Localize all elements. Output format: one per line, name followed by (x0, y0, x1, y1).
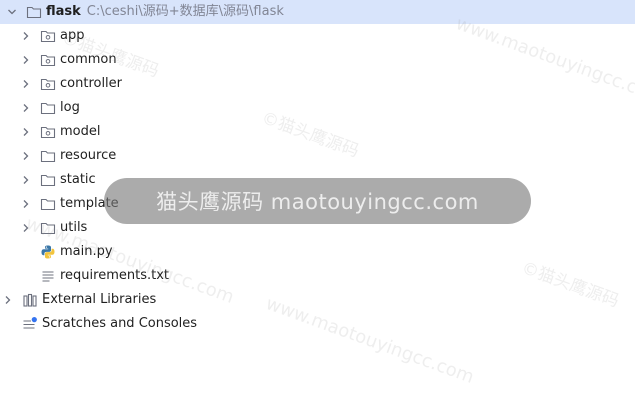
tree-row-app[interactable]: app (0, 24, 635, 48)
project-name: flask (46, 4, 81, 19)
tree-row-external-libraries[interactable]: External Libraries (0, 288, 635, 312)
chevron-right-icon[interactable] (20, 150, 32, 162)
package-folder-icon (40, 52, 56, 68)
folder-icon (40, 100, 56, 116)
tree-item-label: main.py (60, 244, 113, 259)
package-folder-icon (40, 124, 56, 140)
folder-icon (40, 220, 56, 236)
package-folder-icon (40, 76, 56, 92)
chevron-right-icon[interactable] (20, 126, 32, 138)
tree-item-label: model (60, 124, 101, 139)
tree-item-label: app (60, 28, 85, 43)
chevron-right-icon[interactable] (20, 102, 32, 114)
chevron-right-icon[interactable] (2, 294, 14, 306)
tree-item-label: common (60, 52, 117, 67)
library-icon (22, 292, 38, 308)
tree-item-label: controller (60, 76, 123, 91)
tree-row-common[interactable]: common (0, 48, 635, 72)
chevron-right-icon[interactable] (20, 222, 32, 234)
tree-item-label: static (60, 172, 96, 187)
tree-item-label: Scratches and Consoles (42, 316, 198, 331)
chevron-right-icon[interactable] (20, 198, 32, 210)
tree-row-main-py[interactable]: main.py (0, 240, 635, 264)
python-file-icon (40, 244, 56, 260)
tree-row-controller[interactable]: controller (0, 72, 635, 96)
tree-item-label: External Libraries (42, 292, 157, 307)
chevron-right-icon[interactable] (20, 78, 32, 90)
folder-icon (40, 172, 56, 188)
tree-item-label: resource (60, 148, 117, 163)
tree-item-label: log (60, 100, 80, 115)
project-path: C:\ceshi\源码+数据库\源码\flask (86, 4, 284, 19)
promo-overlay: 猫头鹰源码 maotouyingcc.com (104, 178, 531, 224)
tree-item-label: utils (60, 220, 88, 235)
tree-row-requirements-txt[interactable]: requirements.txt (0, 264, 635, 288)
folder-icon (40, 148, 56, 164)
package-folder-icon (40, 28, 56, 44)
tree-row-resource[interactable]: resource (0, 144, 635, 168)
text-file-icon (40, 268, 56, 284)
chevron-right-icon[interactable] (20, 174, 32, 186)
tree-row-scratches-and-consoles[interactable]: Scratches and Consoles (0, 312, 635, 336)
folder-icon (26, 4, 42, 20)
tree-row-log[interactable]: log (0, 96, 635, 120)
scratches-icon (22, 316, 38, 332)
tree-row-model[interactable]: model (0, 120, 635, 144)
folder-icon (40, 196, 56, 212)
chevron-right-icon[interactable] (20, 30, 32, 42)
tree-row-project-root[interactable]: flask C:\ceshi\源码+数据库\源码\flask (0, 0, 635, 24)
tree-item-label: requirements.txt (60, 268, 170, 283)
chevron-down-icon[interactable] (6, 6, 18, 18)
chevron-right-icon[interactable] (20, 54, 32, 66)
promo-overlay-text: 猫头鹰源码 maotouyingcc.com (156, 190, 479, 214)
